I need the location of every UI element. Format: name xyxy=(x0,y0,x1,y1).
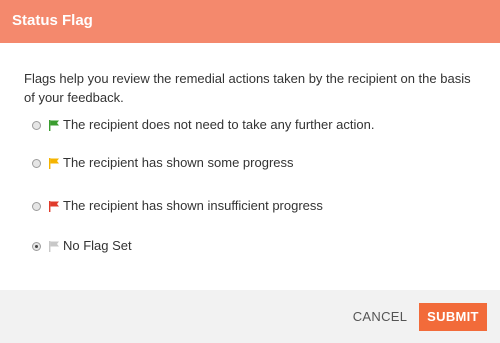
flag-option-label: The recipient does not need to take any … xyxy=(63,117,375,132)
flag-option-red[interactable]: The recipient has shown insufficient pro… xyxy=(32,197,323,215)
flag-option-none[interactable]: No Flag Set xyxy=(32,237,132,255)
dialog-body: Flags help you review the remedial actio… xyxy=(0,43,500,290)
yellow-flag-icon xyxy=(49,158,59,169)
gray-flag-icon xyxy=(49,241,59,252)
dialog-title: Status Flag xyxy=(12,12,93,29)
flag-option-green[interactable]: The recipient does not need to take any … xyxy=(32,116,374,134)
dialog-footer: CANCEL SUBMIT xyxy=(0,290,500,343)
radio-button-red[interactable] xyxy=(32,201,41,211)
flag-option-yellow[interactable]: The recipient has shown some progress xyxy=(32,154,294,172)
cancel-button[interactable]: CANCEL xyxy=(347,307,413,327)
status-flag-dialog: Status Flag Flags help you review the re… xyxy=(0,0,500,343)
dialog-description: Flags help you review the remedial actio… xyxy=(24,71,471,105)
radio-button-green[interactable] xyxy=(32,120,41,130)
flag-option-label: The recipient has shown some progress xyxy=(63,155,294,170)
green-flag-icon xyxy=(49,120,59,131)
radio-button-none[interactable] xyxy=(32,241,41,251)
radio-button-yellow[interactable] xyxy=(32,158,41,168)
dialog-header: Status Flag xyxy=(0,0,500,43)
flag-option-label: No Flag Set xyxy=(63,238,132,253)
submit-button[interactable]: SUBMIT xyxy=(419,303,487,331)
flag-option-label: The recipient has shown insufficient pro… xyxy=(63,198,323,213)
red-flag-icon xyxy=(49,201,59,212)
